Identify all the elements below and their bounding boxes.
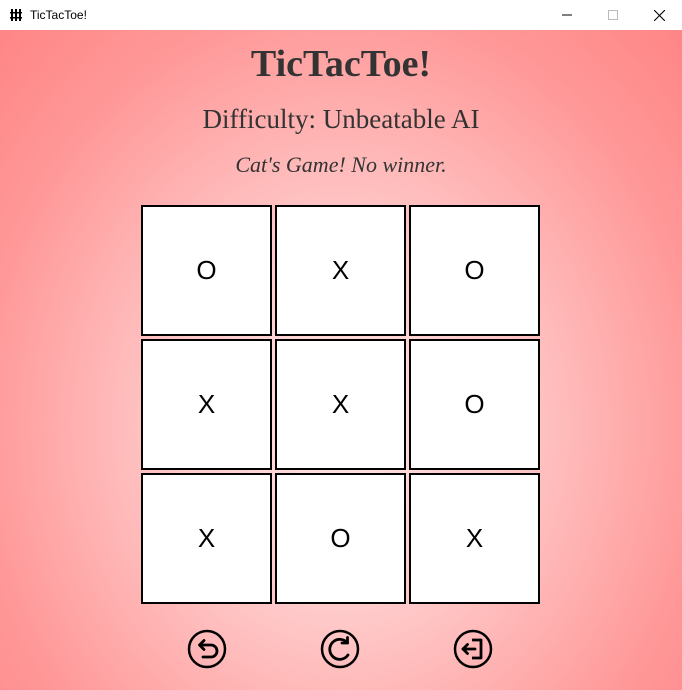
board-cell[interactable]: X [275, 205, 406, 336]
exit-icon [453, 629, 493, 669]
game-title: TicTacToe! [250, 43, 432, 85]
close-button[interactable] [636, 0, 682, 30]
board-cell[interactable]: O [141, 205, 272, 336]
game-area: TicTacToe! Difficulty: Unbeatable AI Cat… [0, 30, 682, 690]
restart-icon [320, 629, 360, 669]
control-bar [0, 628, 682, 672]
undo-icon [187, 629, 227, 669]
minimize-icon [562, 14, 572, 16]
maximize-icon [608, 10, 618, 20]
app-window: TicTacToe! TicTacToe! Difficulty: Unbeat… [0, 0, 682, 690]
board-cell[interactable]: X [409, 473, 540, 604]
title-bar: TicTacToe! [0, 0, 682, 30]
board-cell[interactable]: X [275, 339, 406, 470]
board-cell[interactable]: O [275, 473, 406, 604]
board-cell[interactable]: O [409, 339, 540, 470]
board-cell[interactable]: X [141, 473, 272, 604]
window-controls [544, 0, 682, 30]
restart-button[interactable] [319, 628, 361, 670]
undo-button[interactable] [186, 628, 228, 670]
game-status: Cat's Game! No winner. [235, 152, 447, 177]
game-board: O X O X X O X O X [141, 205, 540, 604]
board-cell[interactable]: X [141, 339, 272, 470]
close-icon [653, 9, 665, 21]
minimize-button[interactable] [544, 0, 590, 30]
exit-button[interactable] [452, 628, 494, 670]
board-cell[interactable]: O [409, 205, 540, 336]
difficulty-label: Difficulty: Unbeatable AI [202, 104, 480, 134]
app-icon [8, 7, 24, 23]
maximize-button[interactable] [590, 0, 636, 30]
window-title: TicTacToe! [30, 8, 87, 22]
